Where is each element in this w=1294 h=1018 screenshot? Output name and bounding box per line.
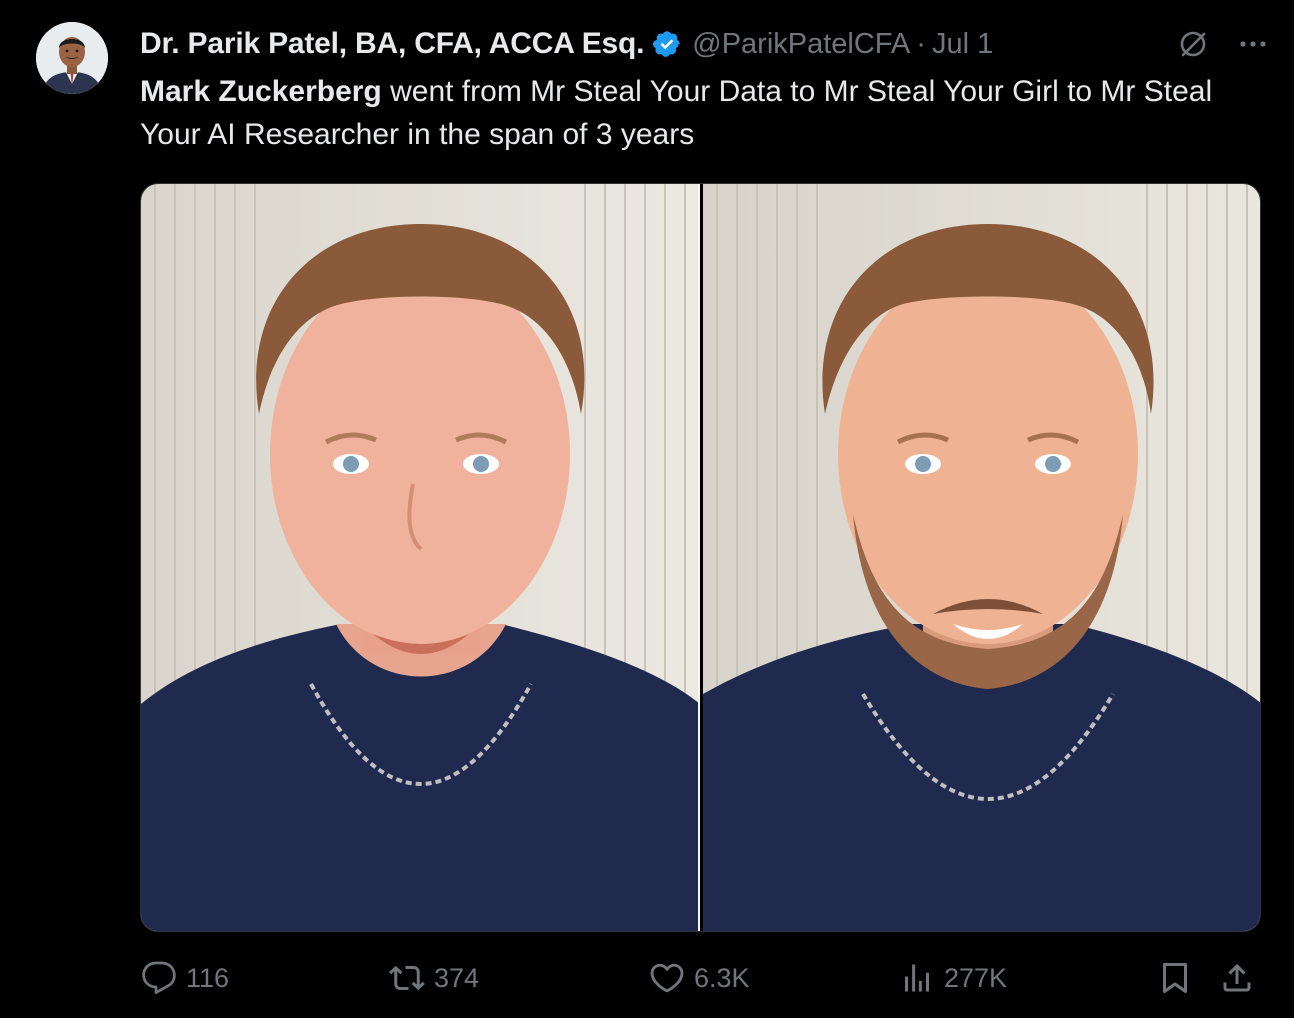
share-button[interactable] [1218,955,1264,1001]
photo-right[interactable] [703,184,1260,931]
author-handle[interactable]: @ParikPatelCFA [692,28,910,61]
photo-left[interactable] [141,184,698,931]
avatar[interactable] [36,22,108,94]
reply-count: 116 [186,962,230,993]
views-icon [898,959,936,997]
verified-badge-icon[interactable] [652,29,682,59]
like-button[interactable]: 6.3K [648,955,750,1001]
repost-count: 374 [434,962,480,993]
author-display-name[interactable]: Dr. Parik Patel, BA, CFA, ACCA Esq. [140,27,644,61]
repost-button[interactable]: 374 [388,955,479,1001]
grok-icon[interactable] [1176,27,1210,61]
tweet-date[interactable]: Jul 1 [932,28,993,61]
like-count: 6.3K [694,962,750,993]
reply-button[interactable]: 116 [140,955,229,1001]
like-icon [648,959,686,997]
media-grid [140,183,1261,932]
tweet-text: Mark Zuckerberg went from Mr Steal Your … [140,70,1260,156]
tweet: Dr. Parik Patel, BA, CFA, ACCA Esq. @Par… [0,0,1294,1018]
bookmark-icon [1156,959,1194,997]
more-icon[interactable] [1236,27,1270,61]
header-actions [1176,22,1270,66]
mention-link[interactable]: Mark Zuckerberg [140,75,382,108]
views-button[interactable]: 277K [898,955,1007,1001]
action-bar: 116 374 6.3K 277K [140,955,1260,1001]
separator-dot: · [916,27,926,60]
avatar-image [36,22,108,94]
repost-icon [388,959,426,997]
share-icon [1218,959,1256,997]
media-divider [697,184,701,931]
reply-icon [140,959,178,997]
bookmark-button[interactable] [1156,955,1202,1001]
views-count: 277K [944,962,1008,993]
tweet-header: Dr. Parik Patel, BA, CFA, ACCA Esq. @Par… [140,22,1270,66]
